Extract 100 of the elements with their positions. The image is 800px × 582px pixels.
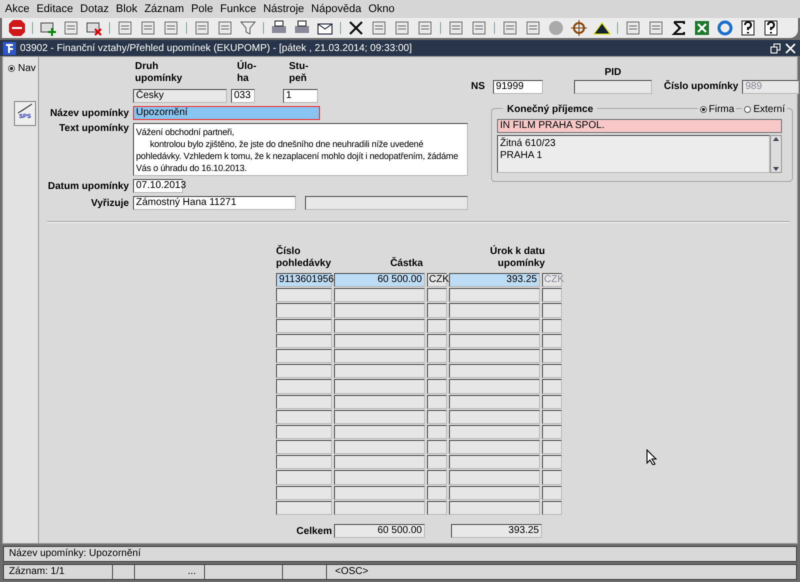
table-cell[interactable] (427, 303, 447, 318)
table-cell[interactable] (427, 440, 447, 454)
table-cell[interactable] (334, 500, 425, 515)
table-cell[interactable] (542, 394, 562, 409)
table-cell[interactable] (449, 486, 540, 500)
close-icon[interactable] (785, 42, 796, 54)
table-cell[interactable] (542, 334, 562, 348)
table-cell[interactable] (542, 364, 562, 378)
table-cell[interactable] (542, 288, 562, 302)
table-cell[interactable] (427, 318, 447, 333)
task-field[interactable]: 033 (231, 89, 255, 103)
table-cell[interactable] (276, 486, 332, 500)
table-cell[interactable] (449, 470, 540, 485)
menu-item[interactable]: Okno (366, 3, 400, 15)
table-cell[interactable] (542, 303, 562, 318)
table-cell[interactable] (276, 455, 332, 470)
table-cell[interactable] (334, 455, 425, 470)
ns-field[interactable]: 91999 (492, 80, 543, 94)
table-cell[interactable] (542, 410, 562, 424)
table-cell[interactable] (427, 455, 447, 470)
scroll-up-icon[interactable] (772, 136, 780, 142)
help-icon[interactable] (762, 19, 780, 37)
scrollbar[interactable] (770, 135, 782, 173)
table-cell[interactable] (542, 424, 562, 440)
table-cell[interactable] (427, 364, 447, 378)
table-cell[interactable] (334, 410, 425, 424)
recipient-name-field[interactable]: IN FILM PRAHA SPOL. (497, 119, 782, 133)
table-cell[interactable] (449, 334, 540, 348)
table-cell[interactable] (427, 379, 447, 394)
table-cell[interactable]: 9113601956 (276, 273, 332, 288)
spreadsheet-icon[interactable] (693, 19, 711, 37)
table-cell[interactable] (449, 318, 540, 333)
table-cell[interactable] (427, 424, 447, 440)
pid-field[interactable] (574, 80, 652, 94)
help-icon[interactable] (739, 19, 757, 37)
handler-field[interactable]: Zámostný Hana 11271 (133, 196, 296, 210)
reminder-name-field[interactable]: Upozornění (133, 106, 320, 120)
table-cell[interactable] (449, 440, 540, 454)
table-cell[interactable] (542, 318, 562, 333)
handler-detail-field[interactable] (305, 196, 468, 210)
table-cell[interactable] (542, 379, 562, 394)
menu-item[interactable]: Pole (189, 3, 218, 15)
table-cell[interactable] (276, 440, 332, 454)
menu-item[interactable]: Editace (34, 3, 78, 15)
table-cell[interactable] (276, 394, 332, 409)
table-cell[interactable] (449, 348, 540, 364)
table-cell[interactable] (334, 470, 425, 485)
table-cell[interactable] (542, 455, 562, 470)
table-cell[interactable] (276, 364, 332, 378)
type-field[interactable]: Česky (133, 89, 227, 103)
table-cell[interactable] (276, 288, 332, 302)
table-cell[interactable] (427, 394, 447, 409)
scroll-down-icon[interactable] (772, 166, 780, 172)
table-cell[interactable] (334, 334, 425, 348)
restore-icon[interactable] (770, 42, 781, 54)
total-interest-field[interactable]: 393.25 (451, 524, 542, 538)
reminder-text-field[interactable]: Vážení obchodní partneři, kontrolou bylo zjištěno, že jste do dnešního dne neuhradili níže uvedené pohledávky. Vzhledem k tomu, že k nezaplacení mohlo dojít i nedopatřením, žádáme Vás o úhradu do 16.10.2013. (133, 123, 468, 176)
table-cell[interactable] (427, 334, 447, 348)
table-cell[interactable]: 60 500.00 (334, 273, 425, 288)
table-cell[interactable] (334, 318, 425, 333)
table-cell[interactable] (427, 500, 447, 515)
table-cell[interactable] (334, 348, 425, 364)
table-cell[interactable] (276, 500, 332, 515)
table-cell[interactable] (334, 486, 425, 500)
table-cell[interactable] (449, 303, 540, 318)
table-cell[interactable] (276, 334, 332, 348)
recipient-address-field[interactable]: Žitná 610/23 PRAHA 1 (497, 135, 770, 173)
recipient-radio[interactable]: Externí (742, 104, 787, 114)
table-cell[interactable] (542, 348, 562, 364)
table-cell[interactable] (542, 440, 562, 454)
table-cell[interactable] (449, 410, 540, 424)
menu-item[interactable]: Nápověda (309, 3, 366, 15)
table-cell[interactable] (449, 379, 540, 394)
menu-item[interactable]: Nástroje (261, 3, 310, 15)
toolbar-icon[interactable] (570, 19, 588, 37)
table-cell[interactable] (542, 470, 562, 485)
table-cell[interactable] (334, 440, 425, 454)
table-cell[interactable] (334, 379, 425, 394)
table-cell[interactable] (334, 364, 425, 378)
nav-radio[interactable]: Nav (8, 63, 36, 74)
exit-icon[interactable] (8, 19, 26, 37)
table-cell[interactable] (334, 288, 425, 302)
table-cell[interactable] (276, 303, 332, 318)
table-cell[interactable] (427, 486, 447, 500)
table-cell[interactable] (449, 500, 540, 515)
table-cell[interactable] (427, 410, 447, 424)
level-field[interactable]: 1 (283, 89, 318, 103)
menu-item[interactable]: Blok (114, 3, 142, 15)
table-cell[interactable] (427, 470, 447, 485)
table-cell[interactable] (449, 288, 540, 302)
table-cell[interactable] (449, 455, 540, 470)
table-cell[interactable] (276, 318, 332, 333)
menu-item[interactable]: Funkce (218, 3, 262, 15)
table-cell[interactable] (334, 424, 425, 440)
recipient-radio[interactable]: Firma (698, 104, 736, 114)
table-cell[interactable] (449, 394, 540, 409)
table-cell[interactable]: 393.25 (449, 273, 540, 288)
table-cell[interactable] (276, 410, 332, 424)
table-cell[interactable] (542, 500, 562, 515)
table-cell[interactable] (334, 303, 425, 318)
